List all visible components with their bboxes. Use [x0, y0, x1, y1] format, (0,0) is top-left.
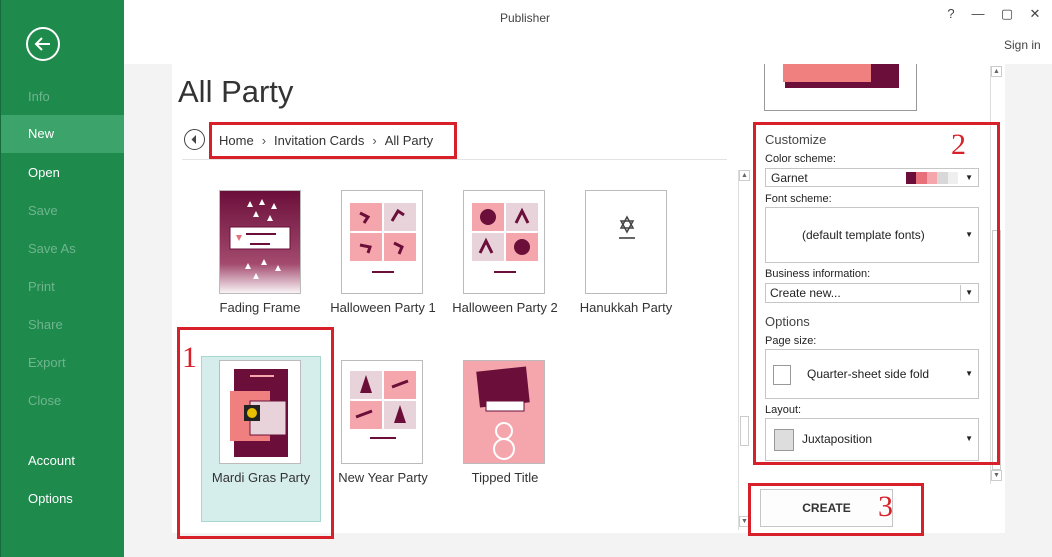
- sidebar-item-options[interactable]: Options: [1, 480, 125, 518]
- sidebar-item-info[interactable]: Info: [1, 78, 125, 116]
- template-label-hanukkah-party[interactable]: Hanukkah Party: [561, 300, 691, 315]
- template-thumb-halloween-party-1[interactable]: [341, 190, 423, 294]
- backstage-sidebar: Info New Open Save Save As Print Share E…: [0, 0, 125, 557]
- help-button[interactable]: ?: [941, 6, 961, 21]
- sidebar-item-save[interactable]: Save: [1, 192, 125, 230]
- annotation-number-1: 1: [182, 341, 197, 374]
- sidebar-item-share[interactable]: Share: [1, 306, 125, 344]
- sidebar-item-print[interactable]: Print: [1, 268, 125, 306]
- scroll-up-icon[interactable]: ▲: [991, 66, 1002, 77]
- template-thumb-tipped-title[interactable]: [463, 360, 545, 464]
- template-label-tipped-title[interactable]: Tipped Title: [440, 470, 570, 485]
- annotation-box-template: [177, 327, 334, 539]
- scroll-up-icon[interactable]: ▲: [739, 170, 750, 181]
- annotation-box-breadcrumb: [209, 122, 457, 159]
- template-label-halloween-party-1[interactable]: Halloween Party 1: [318, 300, 448, 315]
- app-title: Publisher: [499, 11, 551, 25]
- nav-back-icon[interactable]: [184, 129, 205, 150]
- template-thumb-halloween-party-2[interactable]: [463, 190, 545, 294]
- scroll-down-icon[interactable]: ▼: [991, 470, 1002, 481]
- content-margin-right: [1005, 64, 1052, 557]
- scroll-thumb[interactable]: [740, 416, 749, 446]
- close-button[interactable]: ✕: [1025, 6, 1045, 22]
- sidebar-item-save-as[interactable]: Save As: [1, 230, 125, 268]
- template-label-halloween-party-2[interactable]: Halloween Party 2: [440, 300, 570, 315]
- template-label-new-year-party[interactable]: New Year Party: [318, 470, 448, 485]
- template-label-fading-frame[interactable]: Fading Frame: [195, 300, 325, 315]
- back-arrow-icon[interactable]: [26, 27, 60, 61]
- annotation-box-create: [748, 483, 924, 536]
- breadcrumb-divider: [182, 159, 727, 160]
- sidebar-item-open[interactable]: Open: [1, 154, 125, 192]
- sidebar-item-account[interactable]: Account: [1, 442, 125, 480]
- template-thumb-new-year-party[interactable]: [341, 360, 423, 464]
- sidebar-item-close[interactable]: Close: [1, 382, 125, 420]
- template-thumb-hanukkah-party[interactable]: [585, 190, 667, 294]
- sign-in-link[interactable]: Sign in: [1004, 38, 1041, 52]
- template-thumb-fading-frame[interactable]: [219, 190, 301, 294]
- annotation-box-customize: [753, 122, 1000, 465]
- minimize-button[interactable]: —: [968, 6, 988, 21]
- sidebar-item-export[interactable]: Export: [1, 344, 125, 382]
- content-margin-left: [124, 64, 172, 533]
- annotation-number-2: 2: [951, 128, 966, 161]
- template-preview: [764, 64, 917, 111]
- annotation-number-3: 3: [878, 490, 893, 523]
- page-title: All Party: [178, 74, 294, 109]
- restore-button[interactable]: ▢: [997, 6, 1017, 22]
- template-list-scrollbar[interactable]: ▲ ▼: [738, 170, 750, 530]
- sidebar-item-new[interactable]: New: [1, 115, 125, 153]
